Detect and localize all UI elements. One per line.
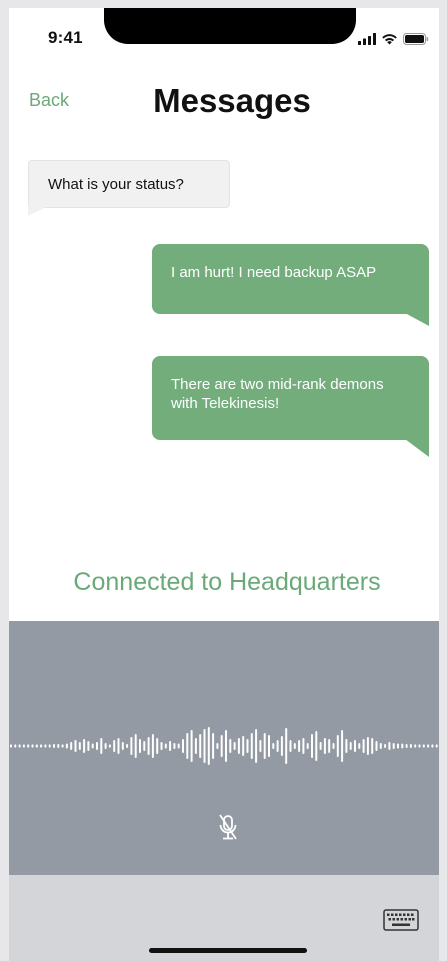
- message-text: I am hurt! I need backup ASAP: [171, 264, 377, 281]
- message-outgoing: I am hurt! I need backup ASAP: [152, 244, 429, 314]
- voice-panel: [9, 621, 439, 875]
- device-notch: [104, 8, 356, 44]
- home-indicator: [149, 948, 307, 953]
- messages-screen: 9:41 Back Messages What is your status? …: [9, 8, 439, 961]
- message-text: What is your status?: [48, 176, 184, 193]
- microphone-muted-icon[interactable]: [217, 813, 239, 843]
- message-outgoing: There are two mid-rank demons with Telek…: [152, 356, 429, 440]
- bubble-tail: [28, 207, 46, 216]
- phone-frame: 9:41 Back Messages What is your status? …: [0, 0, 447, 961]
- status-time: 9:41: [48, 28, 83, 47]
- status-bar: 9:41: [9, 8, 439, 62]
- bottom-bar: [9, 875, 439, 961]
- waveform-icon: [10, 727, 438, 765]
- wifi-icon: [382, 34, 397, 45]
- battery-icon: [403, 33, 429, 45]
- connection-status: Connected to Headquarters: [73, 568, 381, 596]
- cellular-signal-icon: [358, 33, 376, 45]
- message-incoming: What is your status?: [28, 160, 230, 208]
- bubble-tail: [405, 313, 429, 326]
- page-title: Messages: [153, 82, 311, 119]
- status-icons: [358, 32, 429, 46]
- bubble-tail: [405, 439, 429, 457]
- message-text: There are two mid-rank demons with Telek…: [171, 376, 384, 412]
- keyboard-icon[interactable]: [383, 909, 419, 931]
